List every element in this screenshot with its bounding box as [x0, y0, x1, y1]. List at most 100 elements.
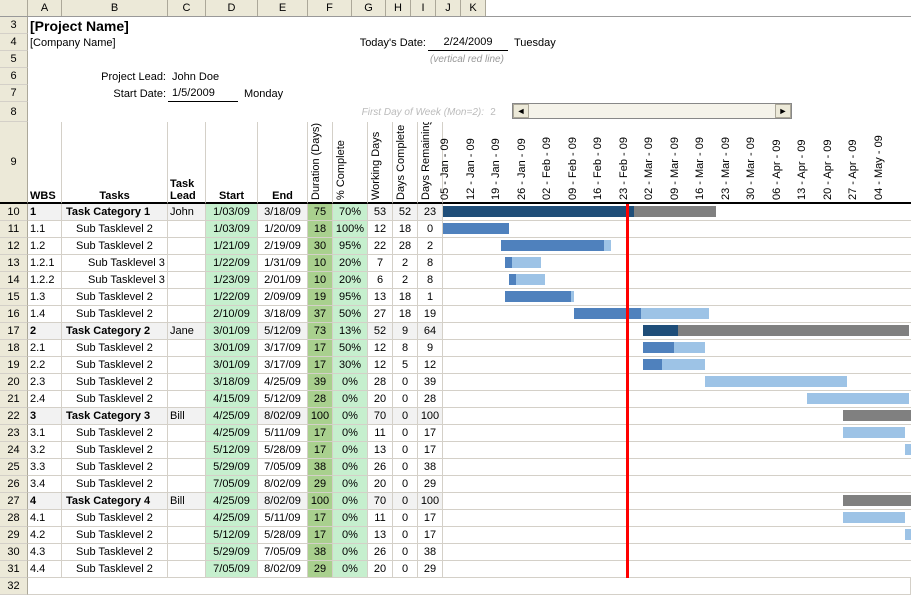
cell-days-remaining[interactable]: 2 [418, 238, 443, 255]
cell-task-lead[interactable] [168, 374, 206, 391]
cell-working-days[interactable]: 52 [368, 323, 393, 340]
row-number[interactable]: 6 [0, 68, 28, 85]
cell-task[interactable]: Sub Tasklevel 2 [62, 289, 168, 306]
cell-end[interactable]: 1/31/09 [258, 255, 308, 272]
cell-days-complete[interactable]: 18 [393, 221, 418, 238]
cell-task-lead[interactable] [168, 272, 206, 289]
row-number[interactable]: 8 [0, 102, 28, 122]
cell-days-complete[interactable]: 0 [393, 459, 418, 476]
cell-wbs[interactable]: 3.3 [28, 459, 62, 476]
cell-working-days[interactable]: 70 [368, 408, 393, 425]
cell-working-days[interactable]: 22 [368, 238, 393, 255]
row-number[interactable]: 22 [0, 408, 28, 425]
cell-working-days[interactable]: 7 [368, 255, 393, 272]
scrollbar-track[interactable] [529, 104, 775, 118]
cell-duration[interactable]: 100 [308, 493, 333, 510]
cell-task-lead[interactable] [168, 476, 206, 493]
cell-working-days[interactable]: 26 [368, 459, 393, 476]
row-number[interactable]: 19 [0, 357, 28, 374]
row-number[interactable]: 5 [0, 51, 28, 68]
row-number[interactable]: 27 [0, 493, 28, 510]
cell-days-remaining[interactable]: 38 [418, 459, 443, 476]
cell-pct-complete[interactable]: 13% [333, 323, 368, 340]
cell-task[interactable]: Sub Tasklevel 2 [62, 340, 168, 357]
cell-days-complete[interactable]: 18 [393, 289, 418, 306]
cell-task-lead[interactable] [168, 425, 206, 442]
cell-working-days[interactable]: 28 [368, 374, 393, 391]
cell-wbs[interactable]: 4.4 [28, 561, 62, 578]
cell-task[interactable]: Sub Tasklevel 2 [62, 306, 168, 323]
cell-wbs[interactable]: 4.2 [28, 527, 62, 544]
cell-task[interactable]: Task Category 2 [62, 323, 168, 340]
column-header-K[interactable]: K [461, 0, 486, 16]
cell-days-remaining[interactable]: 1 [418, 289, 443, 306]
column-header-C[interactable]: C [168, 0, 206, 16]
cell-wbs[interactable]: 3 [28, 408, 62, 425]
cell-wbs[interactable]: 1.2.2 [28, 272, 62, 289]
cell-days-remaining[interactable]: 29 [418, 561, 443, 578]
cell-end[interactable]: 8/02/09 [258, 493, 308, 510]
cell-days-remaining[interactable]: 38 [418, 544, 443, 561]
cell-days-remaining[interactable]: 17 [418, 510, 443, 527]
row-number[interactable]: 10 [0, 204, 28, 221]
col-hdr-days-complete[interactable]: Days Complete [393, 122, 418, 204]
cell-wbs[interactable]: 1.2.1 [28, 255, 62, 272]
cell-task[interactable]: Sub Tasklevel 2 [62, 459, 168, 476]
cell-start[interactable]: 1/03/09 [206, 221, 258, 238]
cell-start[interactable]: 1/21/09 [206, 238, 258, 255]
cell-task-lead[interactable]: Jane [168, 323, 206, 340]
cell-task[interactable]: Sub Tasklevel 2 [62, 510, 168, 527]
cell-task[interactable]: Sub Tasklevel 2 [62, 374, 168, 391]
cell-task-lead[interactable] [168, 238, 206, 255]
cell-duration[interactable]: 17 [308, 357, 333, 374]
cell-task[interactable]: Sub Tasklevel 2 [62, 527, 168, 544]
cell-wbs[interactable]: 4.3 [28, 544, 62, 561]
cell-days-remaining[interactable]: 17 [418, 527, 443, 544]
cell-task[interactable]: Sub Tasklevel 2 [62, 221, 168, 238]
cell-pct-complete[interactable]: 50% [333, 306, 368, 323]
cell-pct-complete[interactable]: 0% [333, 408, 368, 425]
cell-pct-complete[interactable]: 0% [333, 459, 368, 476]
cell-task-lead[interactable] [168, 442, 206, 459]
cell-working-days[interactable]: 20 [368, 561, 393, 578]
cell-days-complete[interactable]: 2 [393, 272, 418, 289]
column-header-B[interactable]: B [62, 0, 168, 16]
cell-duration[interactable]: 19 [308, 289, 333, 306]
cell-task-lead[interactable] [168, 255, 206, 272]
cell-working-days[interactable]: 20 [368, 476, 393, 493]
cell-days-remaining[interactable]: 8 [418, 272, 443, 289]
row-number[interactable]: 16 [0, 306, 28, 323]
col-hdr-duration[interactable]: Duration (Days) [308, 122, 333, 204]
cell-duration[interactable]: 17 [308, 510, 333, 527]
col-hdr-tasks[interactable]: Tasks [62, 122, 168, 204]
row-number[interactable]: 14 [0, 272, 28, 289]
cell-end[interactable]: 1/20/09 [258, 221, 308, 238]
cell-pct-complete[interactable]: 0% [333, 493, 368, 510]
cell-days-complete[interactable]: 0 [393, 391, 418, 408]
cell-wbs[interactable]: 2.1 [28, 340, 62, 357]
col-hdr-task-lead[interactable]: Task Lead [168, 122, 206, 204]
company-name[interactable]: [Company Name] [28, 34, 318, 51]
cell-pct-complete[interactable]: 0% [333, 374, 368, 391]
cell-wbs[interactable]: 4 [28, 493, 62, 510]
row-number[interactable]: 30 [0, 544, 28, 561]
column-header-A[interactable]: A [28, 0, 62, 16]
cell-task[interactable]: Sub Tasklevel 2 [62, 357, 168, 374]
cell-end[interactable]: 3/17/09 [258, 357, 308, 374]
cell-working-days[interactable]: 12 [368, 357, 393, 374]
cell-end[interactable]: 7/05/09 [258, 544, 308, 561]
cell-pct-complete[interactable]: 0% [333, 527, 368, 544]
cell-start[interactable]: 2/10/09 [206, 306, 258, 323]
cell-days-complete[interactable]: 0 [393, 510, 418, 527]
cell-days-complete[interactable]: 0 [393, 425, 418, 442]
cell-wbs[interactable]: 1 [28, 204, 62, 221]
cell-duration[interactable]: 73 [308, 323, 333, 340]
cell-task-lead[interactable] [168, 289, 206, 306]
cell-wbs[interactable]: 1.2 [28, 238, 62, 255]
column-header-H[interactable]: H [386, 0, 411, 16]
cell-task-lead[interactable] [168, 357, 206, 374]
row-number[interactable]: 21 [0, 391, 28, 408]
cell-pct-complete[interactable]: 70% [333, 204, 368, 221]
cell-duration[interactable]: 38 [308, 544, 333, 561]
cell-duration[interactable]: 37 [308, 306, 333, 323]
